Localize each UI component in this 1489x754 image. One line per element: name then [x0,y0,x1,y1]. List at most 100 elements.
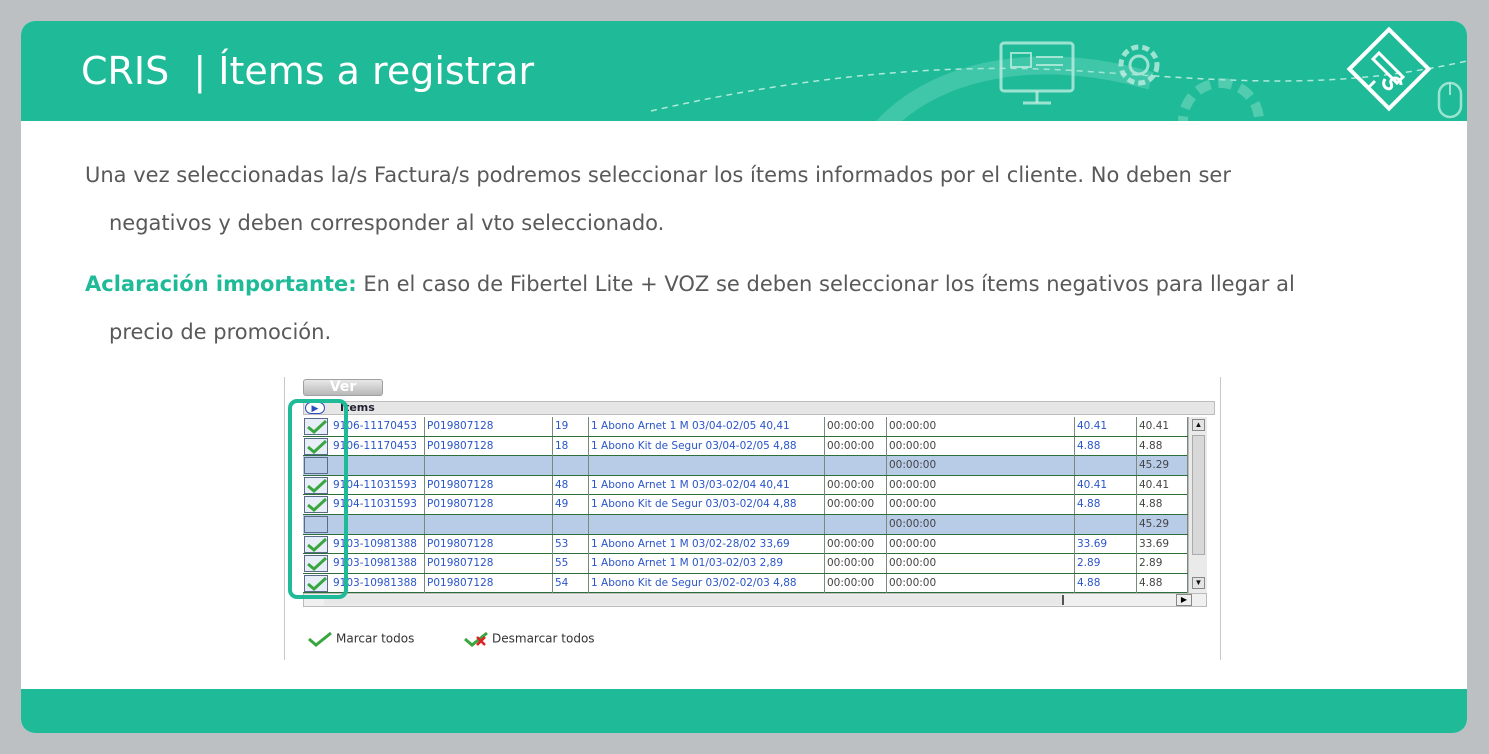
cell-imp1: 40.41 [1075,475,1137,495]
cell-imp1: 33.69 [1075,534,1137,554]
cell-t2: 00:00:00 [887,456,1075,476]
cell-t1: 00:00:00 [825,495,887,515]
mark-all-button[interactable]: Marcar todos [307,631,414,647]
cell-t2: 00:00:00 [887,436,1075,456]
cell-cuenta: P019807128 [425,554,553,574]
cell-cuenta: P019807128 [425,573,553,593]
cell-t1: 00:00:00 [825,475,887,495]
cell-desc: 1 Abono Arnet 1 M 03/03-02/04 40,41 [589,475,825,495]
cell-desc: 1 Abono Kit de Segur 03/04-02/05 4,88 [589,436,825,456]
cell-desc: 1 Abono Arnet 1 M 03/02-28/02 33,69 [589,534,825,554]
slide: CRIS | Ítems a registrar Una vez selecci… [21,21,1467,733]
cell-t2: 00:00:00 [887,495,1075,515]
cell-desc [589,456,825,476]
cell-imp2: 40.41 [1137,475,1188,495]
note-line-1: En el caso de Fibertel Lite + VOZ se deb… [356,272,1295,296]
cell-imp1: 4.88 [1075,495,1137,515]
cell-cuenta [425,514,553,534]
header-decoration-graphic [650,26,1467,121]
table-row[interactable]: 9103-10981388 P019807128 54 1 Abono Kit de … [303,573,1188,594]
horizontal-scrollbar[interactable]: ▶ [303,593,1207,607]
cell-t2: 00:00:00 [887,554,1075,574]
cell-nro [553,514,589,534]
cell-t1: 00:00:00 [825,534,887,554]
cell-cuenta: P019807128 [425,417,553,436]
table-row[interactable]: 9104-11031593 P019807128 48 1 Abono Arnet 1… [303,475,1188,496]
cell-t1: 00:00:00 [825,436,887,456]
note-paragraph: Aclaración importante: En el caso de Fib… [85,272,1295,344]
scroll-down-icon[interactable]: ▼ [1192,577,1205,589]
cell-imp1 [1075,514,1137,534]
header-bar: CRIS | Ítems a registrar [21,21,1467,121]
cell-t2: 00:00:00 [887,534,1075,554]
uncheck-icon [464,631,488,647]
cell-nro: 19 [553,417,589,436]
cell-t1: 00:00:00 [825,417,887,436]
cell-imp1: 2.89 [1075,554,1137,574]
items-header: Ítems [303,401,1215,415]
items-grid: 9106-11170453 P019807128 19 1 Abono Arnet 1… [303,417,1188,594]
table-row[interactable]: 9106-11170453 P019807128 19 1 Abono Arnet 1… [303,417,1188,437]
scroll-right-icon[interactable]: ▶ [1176,594,1192,606]
cell-cuenta: P019807128 [425,436,553,456]
table-row[interactable]: 00:00:00 45.29 [303,514,1188,535]
cell-imp1: 4.88 [1075,436,1137,456]
intro-paragraph: Una vez seleccionadas la/s Factura/s pod… [85,163,1231,235]
cell-t2: 00:00:00 [887,417,1075,436]
cell-imp2: 40.41 [1137,417,1188,436]
cell-imp1: 40.41 [1075,417,1137,436]
cell-cuenta: P019807128 [425,475,553,495]
check-icon [308,631,332,647]
cell-t2: 00:00:00 [887,475,1075,495]
cell-imp2: 4.88 [1137,495,1188,515]
cell-t1: 00:00:00 [825,573,887,593]
cell-desc [589,514,825,534]
cell-t2: 00:00:00 [887,514,1075,534]
cell-t1: 00:00:00 [825,554,887,574]
cell-imp1: 4.88 [1075,573,1137,593]
cell-nro: 54 [553,573,589,593]
page-title: CRIS | Ítems a registrar [81,49,535,93]
cell-imp2: 4.88 [1137,573,1188,593]
table-row[interactable]: 9103-10981388 P019807128 55 1 Abono Arnet 1… [303,554,1188,574]
table-row[interactable]: 00:00:00 45.29 [303,456,1188,476]
cell-desc: 1 Abono Arnet 1 M 01/03-02/03 2,89 [589,554,825,574]
items-screenshot: Ver Ítems ▶ 9106-11170453 P019807128 19 1 A… [284,377,1221,660]
cell-cuenta: P019807128 [425,534,553,554]
cell-nro: 18 [553,436,589,456]
cell-desc: 1 Abono Kit de Segur 03/03-02/04 4,88 [589,495,825,515]
cell-desc: 1 Abono Kit de Segur 03/02-02/03 4,88 [589,573,825,593]
cell-nro: 55 [553,554,589,574]
checkbox-column-highlight [288,399,348,599]
cell-t2: 00:00:00 [887,573,1075,593]
cell-desc: 1 Abono Arnet 1 M 03/04-02/05 40,41 [589,417,825,436]
unmark-all-button[interactable]: Desmarcar todos [463,631,595,647]
cell-cuenta [425,456,553,476]
scroll-up-icon[interactable]: ▲ [1192,419,1205,431]
cell-imp2: 45.29 [1137,456,1188,476]
intro-line-2: negativos y deben corresponder al vto se… [109,211,665,235]
cell-imp2: 45.29 [1137,514,1188,534]
cell-t1 [825,514,887,534]
note-line-2: precio de promoción. [109,320,332,344]
cell-nro: 53 [553,534,589,554]
vertical-scrollbar[interactable]: ▲ ▼ [1188,417,1207,593]
unmark-all-label: Desmarcar todos [492,631,595,646]
cell-nro: 48 [553,475,589,495]
cell-imp2: 2.89 [1137,554,1188,574]
cell-t1 [825,456,887,476]
footer-bar [21,689,1467,733]
scroll-thumb[interactable] [1192,435,1205,555]
cell-cuenta: P019807128 [425,495,553,515]
table-row[interactable]: 9106-11170453 P019807128 18 1 Abono Kit de … [303,436,1188,457]
intro-line-1: Una vez seleccionadas la/s Factura/s pod… [85,163,1231,187]
cell-imp2: 4.88 [1137,436,1188,456]
table-row[interactable]: 9103-10981388 P019807128 53 1 Abono Arnet 1… [303,534,1188,555]
cell-imp2: 33.69 [1137,534,1188,554]
cell-nro [553,456,589,476]
cell-imp1 [1075,456,1137,476]
ver-button[interactable]: Ver [303,379,383,396]
table-row[interactable]: 9104-11031593 P019807128 49 1 Abono Kit de … [303,495,1188,515]
hscroll-thumb[interactable] [324,595,1064,605]
mark-all-label: Marcar todos [336,631,415,646]
